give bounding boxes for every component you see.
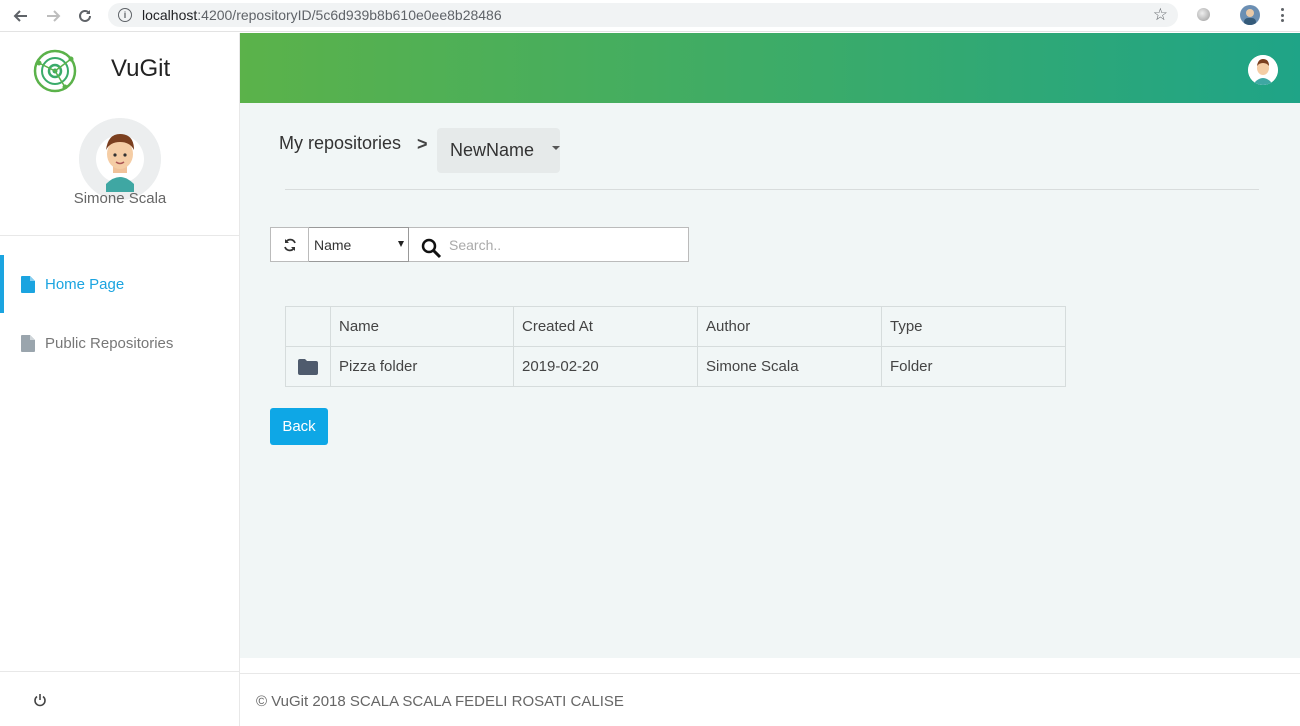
breadcrumb-separator: > bbox=[417, 134, 428, 154]
reload-icon[interactable] bbox=[76, 7, 94, 25]
sidebar-divider bbox=[0, 671, 240, 672]
refresh-icon bbox=[283, 238, 296, 251]
back-button[interactable]: Back bbox=[270, 408, 328, 445]
footer-divider bbox=[240, 673, 1300, 674]
brand-name: VuGit bbox=[111, 55, 171, 82]
header-avatar[interactable] bbox=[1248, 55, 1278, 85]
repository-dropdown[interactable]: NewName bbox=[437, 128, 560, 173]
sidebar-item-public-repositories[interactable]: Public Repositories bbox=[0, 314, 240, 372]
url-host: localhost bbox=[142, 7, 198, 23]
dropdown-arrow-icon bbox=[398, 241, 404, 247]
main-divider bbox=[285, 189, 1259, 190]
sidebar-item-home-page[interactable]: Home Page bbox=[0, 255, 240, 313]
address-bar[interactable]: i localhost :4200/repositoryID/5c6d939b8… bbox=[108, 3, 1178, 27]
search-field-select[interactable]: Name bbox=[309, 227, 409, 262]
avatar[interactable] bbox=[79, 118, 161, 200]
back-arrow-icon[interactable] bbox=[12, 7, 30, 25]
folder-icon bbox=[298, 359, 318, 376]
sidebar-item-label: Public Repositories bbox=[45, 334, 174, 352]
footer-text: © VuGit 2018 SCALA SCALA FEDELI ROSATI C… bbox=[256, 693, 624, 710]
sidebar-divider bbox=[0, 235, 240, 236]
info-icon[interactable]: i bbox=[118, 8, 132, 22]
refresh-button[interactable] bbox=[270, 227, 309, 262]
brand[interactable]: VuGit bbox=[0, 33, 240, 105]
caret-down-icon bbox=[552, 146, 560, 150]
table-cell-name[interactable]: Pizza folder bbox=[330, 346, 514, 387]
table-cell-author: Simone Scala bbox=[697, 346, 882, 387]
table-cell-created-at: 2019-02-20 bbox=[513, 346, 698, 387]
browser-menu-icon[interactable] bbox=[1276, 6, 1288, 24]
table-header-type[interactable]: Type bbox=[881, 306, 1066, 347]
table-header-name[interactable]: Name bbox=[330, 306, 514, 347]
repository-table: Name Created At Author Type Pizza folder… bbox=[285, 306, 1066, 387]
file-icon bbox=[21, 334, 35, 352]
vugit-logo-icon bbox=[33, 49, 77, 93]
power-icon[interactable] bbox=[33, 693, 47, 707]
table-row[interactable]: Pizza folder 2019-02-20 Simone Scala Fol… bbox=[285, 346, 1066, 387]
file-icon bbox=[21, 275, 35, 293]
table-header-icon bbox=[285, 306, 331, 347]
sidebar-item-label: Home Page bbox=[45, 275, 125, 293]
breadcrumb-root[interactable]: My repositories bbox=[279, 133, 401, 154]
top-header bbox=[240, 33, 1300, 103]
search-field-value: Name bbox=[314, 236, 352, 253]
search-toolbar: Name bbox=[270, 227, 689, 262]
repository-dropdown-value: NewName bbox=[450, 140, 535, 160]
browser-profile-icon[interactable] bbox=[1240, 5, 1260, 25]
table-header-author[interactable]: Author bbox=[697, 306, 882, 347]
table-cell-type: Folder bbox=[881, 346, 1066, 387]
browser-toolbar: i localhost :4200/repositoryID/5c6d939b8… bbox=[0, 0, 1300, 32]
table-header-created-at[interactable]: Created At bbox=[513, 306, 698, 347]
search-input[interactable] bbox=[449, 236, 679, 254]
footer bbox=[240, 658, 1300, 726]
user-name: Simone Scala bbox=[73, 190, 167, 207]
forward-arrow-icon[interactable] bbox=[44, 7, 62, 25]
sidebar: VuGit Simone Scala Home Page Public Repo… bbox=[0, 33, 240, 726]
table-header-row: Name Created At Author Type bbox=[285, 306, 1066, 347]
main-content: My repositories > NewName Name Search.. … bbox=[240, 103, 1300, 658]
url-path: :4200/repositoryID/5c6d939b8b610e0ee8b28… bbox=[197, 7, 502, 23]
search-icon bbox=[421, 238, 442, 259]
extension-icon[interactable] bbox=[1197, 8, 1210, 21]
bookmark-star-icon[interactable]: ☆ bbox=[1153, 5, 1168, 25]
search-box bbox=[409, 227, 689, 262]
table-cell-icon bbox=[285, 346, 331, 387]
